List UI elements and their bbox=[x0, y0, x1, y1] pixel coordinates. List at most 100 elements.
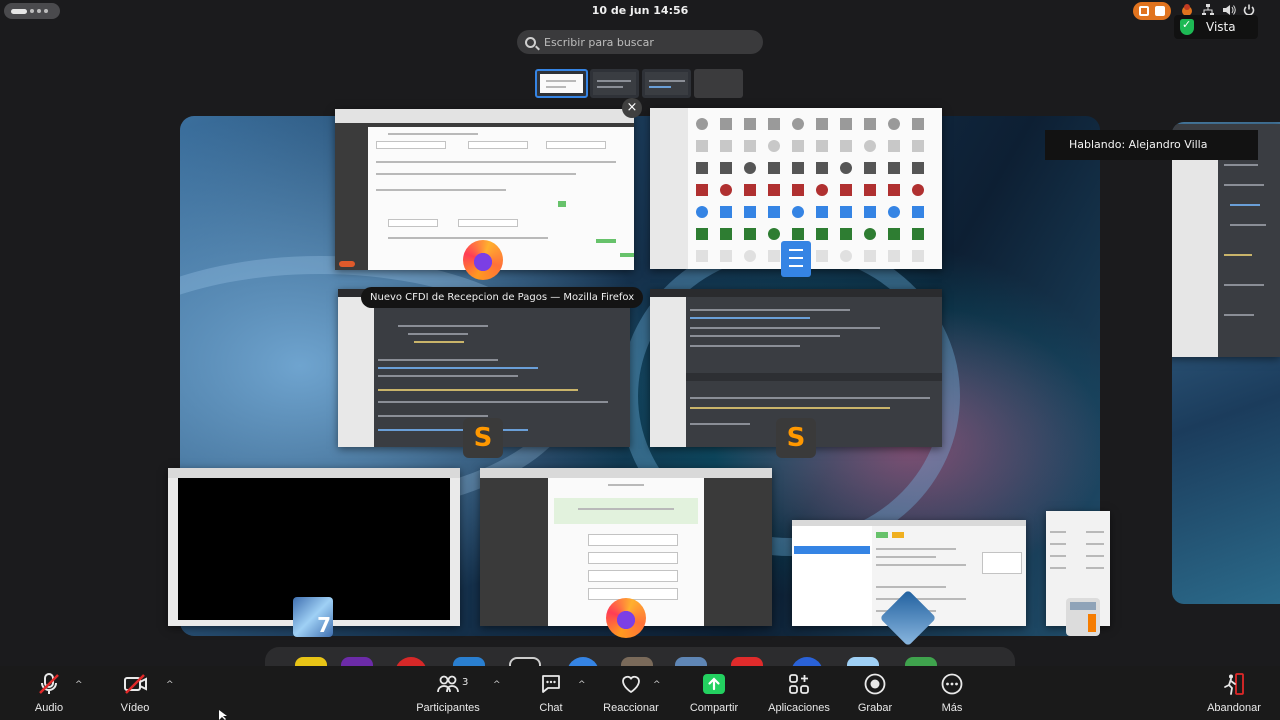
participants-button[interactable]: Participantes bbox=[412, 666, 484, 720]
file-thumbnail[interactable] bbox=[816, 250, 828, 262]
file-thumbnail[interactable] bbox=[840, 206, 852, 218]
file-thumbnail[interactable] bbox=[888, 228, 900, 240]
file-thumbnail[interactable] bbox=[792, 206, 804, 218]
file-thumbnail[interactable] bbox=[864, 250, 876, 262]
file-thumbnail[interactable] bbox=[888, 140, 900, 152]
file-thumbnail[interactable] bbox=[840, 162, 852, 174]
chat-label: Chat bbox=[539, 702, 563, 714]
file-thumbnail[interactable] bbox=[816, 206, 828, 218]
file-thumbnail[interactable] bbox=[816, 184, 828, 196]
file-thumbnail[interactable] bbox=[792, 118, 804, 130]
file-thumbnail[interactable] bbox=[912, 184, 924, 196]
file-thumbnail[interactable] bbox=[768, 118, 780, 130]
close-icon[interactable]: × bbox=[622, 98, 642, 118]
file-thumbnail[interactable] bbox=[912, 228, 924, 240]
file-thumbnail[interactable] bbox=[720, 140, 732, 152]
file-thumbnail[interactable] bbox=[792, 162, 804, 174]
zoom-share-indicator-icon[interactable] bbox=[1133, 2, 1171, 20]
file-thumbnail[interactable] bbox=[744, 184, 756, 196]
more-button[interactable]: Más bbox=[932, 666, 972, 720]
search-input[interactable] bbox=[544, 35, 744, 49]
record-button[interactable]: Grabar bbox=[852, 666, 898, 720]
file-thumbnail[interactable] bbox=[768, 184, 780, 196]
file-thumbnail[interactable] bbox=[888, 250, 900, 262]
view-button[interactable]: Vista bbox=[1174, 15, 1258, 39]
file-thumbnail[interactable] bbox=[840, 228, 852, 240]
file-thumbnail[interactable] bbox=[840, 118, 852, 130]
adjacent-workspace[interactable] bbox=[1172, 122, 1280, 604]
activities-indicator[interactable] bbox=[4, 3, 60, 19]
react-options-caret[interactable]: ^ bbox=[653, 680, 661, 690]
chat-button[interactable]: Chat bbox=[530, 666, 572, 720]
leave-button[interactable]: Abandonar bbox=[1202, 666, 1266, 720]
file-thumbnail[interactable] bbox=[912, 118, 924, 130]
file-thumbnail[interactable] bbox=[864, 162, 876, 174]
share-screen-button[interactable]: Compartir bbox=[684, 666, 744, 720]
file-thumbnail[interactable] bbox=[816, 118, 828, 130]
file-thumbnail[interactable] bbox=[864, 206, 876, 218]
file-thumbnail[interactable] bbox=[792, 184, 804, 196]
file-thumbnail[interactable] bbox=[768, 162, 780, 174]
file-thumbnail[interactable] bbox=[744, 250, 756, 262]
file-thumbnail[interactable] bbox=[744, 206, 756, 218]
file-thumbnail[interactable] bbox=[744, 140, 756, 152]
file-thumbnail[interactable] bbox=[912, 250, 924, 262]
file-thumbnail[interactable] bbox=[816, 140, 828, 152]
file-thumbnail[interactable] bbox=[696, 140, 708, 152]
participants-label: Participantes bbox=[416, 702, 480, 714]
file-thumbnail[interactable] bbox=[912, 206, 924, 218]
participants-options-caret[interactable]: ^ bbox=[493, 680, 501, 690]
file-thumbnail[interactable] bbox=[696, 206, 708, 218]
file-thumbnail[interactable] bbox=[768, 250, 780, 262]
file-thumbnail[interactable] bbox=[720, 184, 732, 196]
file-thumbnail[interactable] bbox=[816, 228, 828, 240]
react-button[interactable]: Reaccionar bbox=[600, 666, 662, 720]
file-thumbnail[interactable] bbox=[912, 162, 924, 174]
file-thumbnail[interactable] bbox=[720, 162, 732, 174]
file-thumbnail[interactable] bbox=[696, 162, 708, 174]
chat-options-caret[interactable]: ^ bbox=[578, 680, 586, 690]
audio-options-caret[interactable]: ^ bbox=[75, 680, 83, 690]
video-options-caret[interactable]: ^ bbox=[166, 680, 174, 690]
file-thumbnail[interactable] bbox=[840, 140, 852, 152]
file-thumbnail[interactable] bbox=[888, 162, 900, 174]
file-thumbnail[interactable] bbox=[744, 118, 756, 130]
file-thumbnail[interactable] bbox=[888, 206, 900, 218]
file-thumbnail[interactable] bbox=[792, 140, 804, 152]
file-thumbnail[interactable] bbox=[720, 118, 732, 130]
file-thumbnail[interactable] bbox=[720, 206, 732, 218]
file-thumbnail[interactable] bbox=[816, 162, 828, 174]
file-thumbnail[interactable] bbox=[768, 228, 780, 240]
top-bar: 10 de jun 14:56 bbox=[0, 0, 1280, 22]
file-thumbnail[interactable] bbox=[840, 184, 852, 196]
audio-button[interactable]: Audio bbox=[22, 666, 76, 720]
file-thumbnail[interactable] bbox=[696, 118, 708, 130]
video-button[interactable]: Vídeo bbox=[108, 666, 162, 720]
file-thumbnail[interactable] bbox=[720, 228, 732, 240]
workspace-thumbnail-4[interactable] bbox=[694, 69, 743, 98]
file-thumbnail[interactable] bbox=[888, 118, 900, 130]
file-thumbnail[interactable] bbox=[768, 206, 780, 218]
file-thumbnail[interactable] bbox=[864, 118, 876, 130]
file-thumbnail[interactable] bbox=[720, 250, 732, 262]
workspace-thumbnail-2[interactable] bbox=[590, 69, 639, 98]
files-icon bbox=[781, 241, 811, 277]
clock-text[interactable]: 10 de jun 14:56 bbox=[592, 4, 689, 17]
file-thumbnail[interactable] bbox=[864, 140, 876, 152]
file-thumbnail[interactable] bbox=[864, 228, 876, 240]
overview-search[interactable] bbox=[517, 30, 763, 54]
file-thumbnail[interactable] bbox=[864, 184, 876, 196]
file-thumbnail[interactable] bbox=[792, 228, 804, 240]
workspace-thumbnail-3[interactable] bbox=[642, 69, 691, 98]
file-thumbnail[interactable] bbox=[696, 228, 708, 240]
workspace-thumbnail-1[interactable] bbox=[535, 69, 588, 98]
file-thumbnail[interactable] bbox=[888, 184, 900, 196]
file-thumbnail[interactable] bbox=[696, 184, 708, 196]
file-thumbnail[interactable] bbox=[744, 162, 756, 174]
apps-button[interactable]: Aplicaciones bbox=[764, 666, 834, 720]
file-thumbnail[interactable] bbox=[696, 250, 708, 262]
file-thumbnail[interactable] bbox=[912, 140, 924, 152]
file-thumbnail[interactable] bbox=[744, 228, 756, 240]
file-thumbnail[interactable] bbox=[768, 140, 780, 152]
file-thumbnail[interactable] bbox=[840, 250, 852, 262]
